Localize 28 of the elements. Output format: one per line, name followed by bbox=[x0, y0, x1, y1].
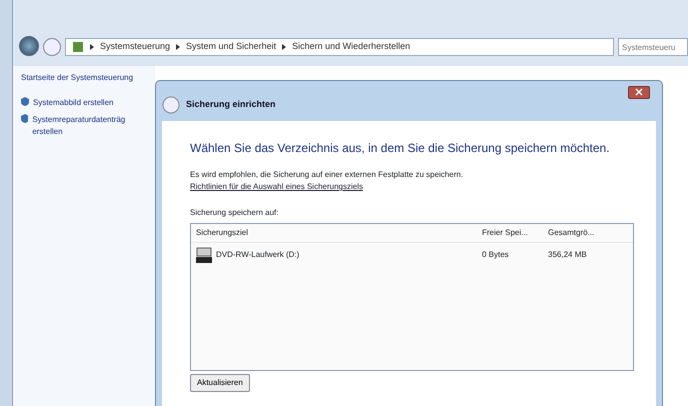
address-bar[interactable]: Systemsteuerung System und Sicherheit Sichern und Wiederherstellen bbox=[65, 38, 614, 56]
total-size: 356,24 MB bbox=[548, 249, 588, 261]
list-label: Sicherung speichern auf: bbox=[190, 207, 280, 219]
breadcrumb[interactable]: Systemsteuerung bbox=[100, 40, 170, 54]
column-header[interactable]: Gesamtgrö... bbox=[548, 227, 628, 239]
sidebar-home-link[interactable]: Startseite der Systemsteuerung bbox=[21, 72, 147, 84]
chevron-icon bbox=[176, 44, 180, 50]
drive-name: DVD-RW-Laufwerk (D:) bbox=[216, 249, 300, 261]
chevron-icon bbox=[282, 44, 286, 50]
forward-button[interactable] bbox=[43, 38, 61, 56]
sidebar-link[interactable]: Systemreparaturdatenträg erstellen bbox=[32, 114, 147, 138]
refresh-button[interactable]: Aktualisieren bbox=[190, 374, 250, 392]
sidebar-link[interactable]: Systemabbild erstellen bbox=[33, 97, 114, 109]
search-field[interactable]: Systemsteueru bbox=[618, 38, 688, 56]
breadcrumb[interactable]: Sichern und Wiederherstellen bbox=[292, 40, 410, 54]
breadcrumb[interactable]: System und Sicherheit bbox=[186, 40, 276, 54]
drive-icon bbox=[196, 247, 212, 263]
dialog-title: Sicherung einrichten bbox=[186, 98, 276, 112]
back-button[interactable] bbox=[19, 36, 39, 56]
guidelines-link[interactable]: Richtlinien für die Auswahl eines Sicherungsziels bbox=[190, 182, 363, 191]
close-button[interactable] bbox=[628, 86, 650, 99]
chevron-icon bbox=[90, 44, 94, 50]
column-header[interactable]: Freier Spei... bbox=[482, 227, 548, 239]
close-icon bbox=[635, 88, 643, 96]
recommendation-text: Es wird empfohlen, die Sicherung auf einer externen Festplatte zu speichern. bbox=[190, 170, 464, 179]
dialog-heading: Wählen Sie das Verzeichnis aus, in dem Sie die Sicherung speichern möchten. bbox=[190, 140, 611, 157]
free-space: 0 Bytes bbox=[482, 249, 510, 261]
column-header[interactable]: Sicherungsziel bbox=[196, 227, 482, 239]
